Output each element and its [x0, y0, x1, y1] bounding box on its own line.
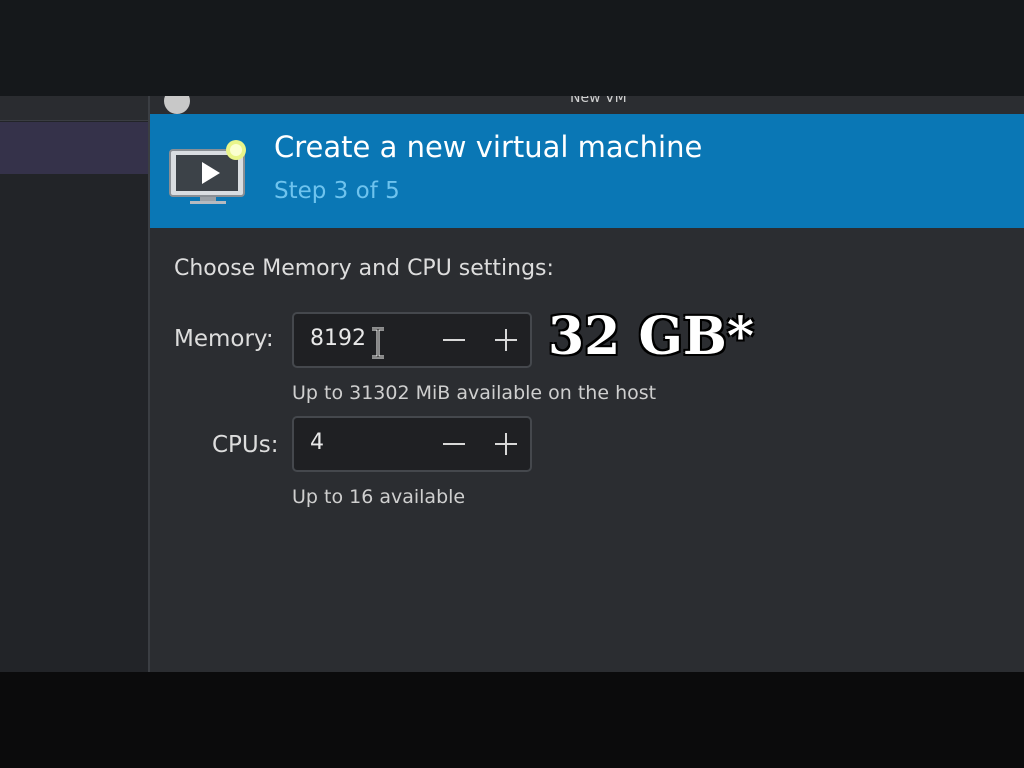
- dialog-title: New VM: [570, 96, 627, 106]
- section-heading: Choose Memory and CPU settings:: [174, 256, 554, 281]
- cpus-decrement-button[interactable]: [434, 424, 474, 464]
- wizard-banner: Create a new virtual machine Step 3 of 5: [150, 114, 1024, 228]
- vm-monitor-icon: [169, 140, 246, 204]
- memory-increment-button[interactable]: [486, 320, 526, 360]
- cpus-value[interactable]: 4: [310, 430, 324, 455]
- window-menu-icon[interactable]: [164, 96, 190, 114]
- host-selected-row[interactable]: [0, 122, 148, 174]
- memory-value[interactable]: 8192: [310, 326, 366, 351]
- video-letterbox-bottom: [0, 672, 1024, 768]
- video-letterbox-top: [0, 0, 1024, 96]
- memory-decrement-button[interactable]: [434, 320, 474, 360]
- dialog-titlebar: New VM: [150, 96, 1024, 114]
- wizard-step: Step 3 of 5: [274, 178, 400, 204]
- host-window-sidebar: [0, 96, 148, 672]
- memory-label: Memory:: [174, 326, 274, 352]
- cpus-hint: Up to 16 available: [292, 486, 466, 508]
- memory-spinbox[interactable]: 8192: [292, 312, 532, 368]
- cpus-increment-button[interactable]: [486, 424, 526, 464]
- cpus-label: CPUs:: [212, 432, 279, 458]
- minus-icon: [443, 443, 465, 445]
- wizard-title: Create a new virtual machine: [274, 130, 703, 164]
- cpus-spinbox[interactable]: 4: [292, 416, 532, 472]
- video-overlay-annotation: 32 GB*: [548, 306, 755, 367]
- new-vm-dialog: New VM Create a new virtual machine Step…: [148, 96, 1024, 672]
- minus-icon: [443, 339, 465, 341]
- memory-hint: Up to 31302 MiB available on the host: [292, 382, 657, 404]
- host-toolbar: [0, 96, 148, 121]
- text-cursor-icon: [372, 327, 384, 359]
